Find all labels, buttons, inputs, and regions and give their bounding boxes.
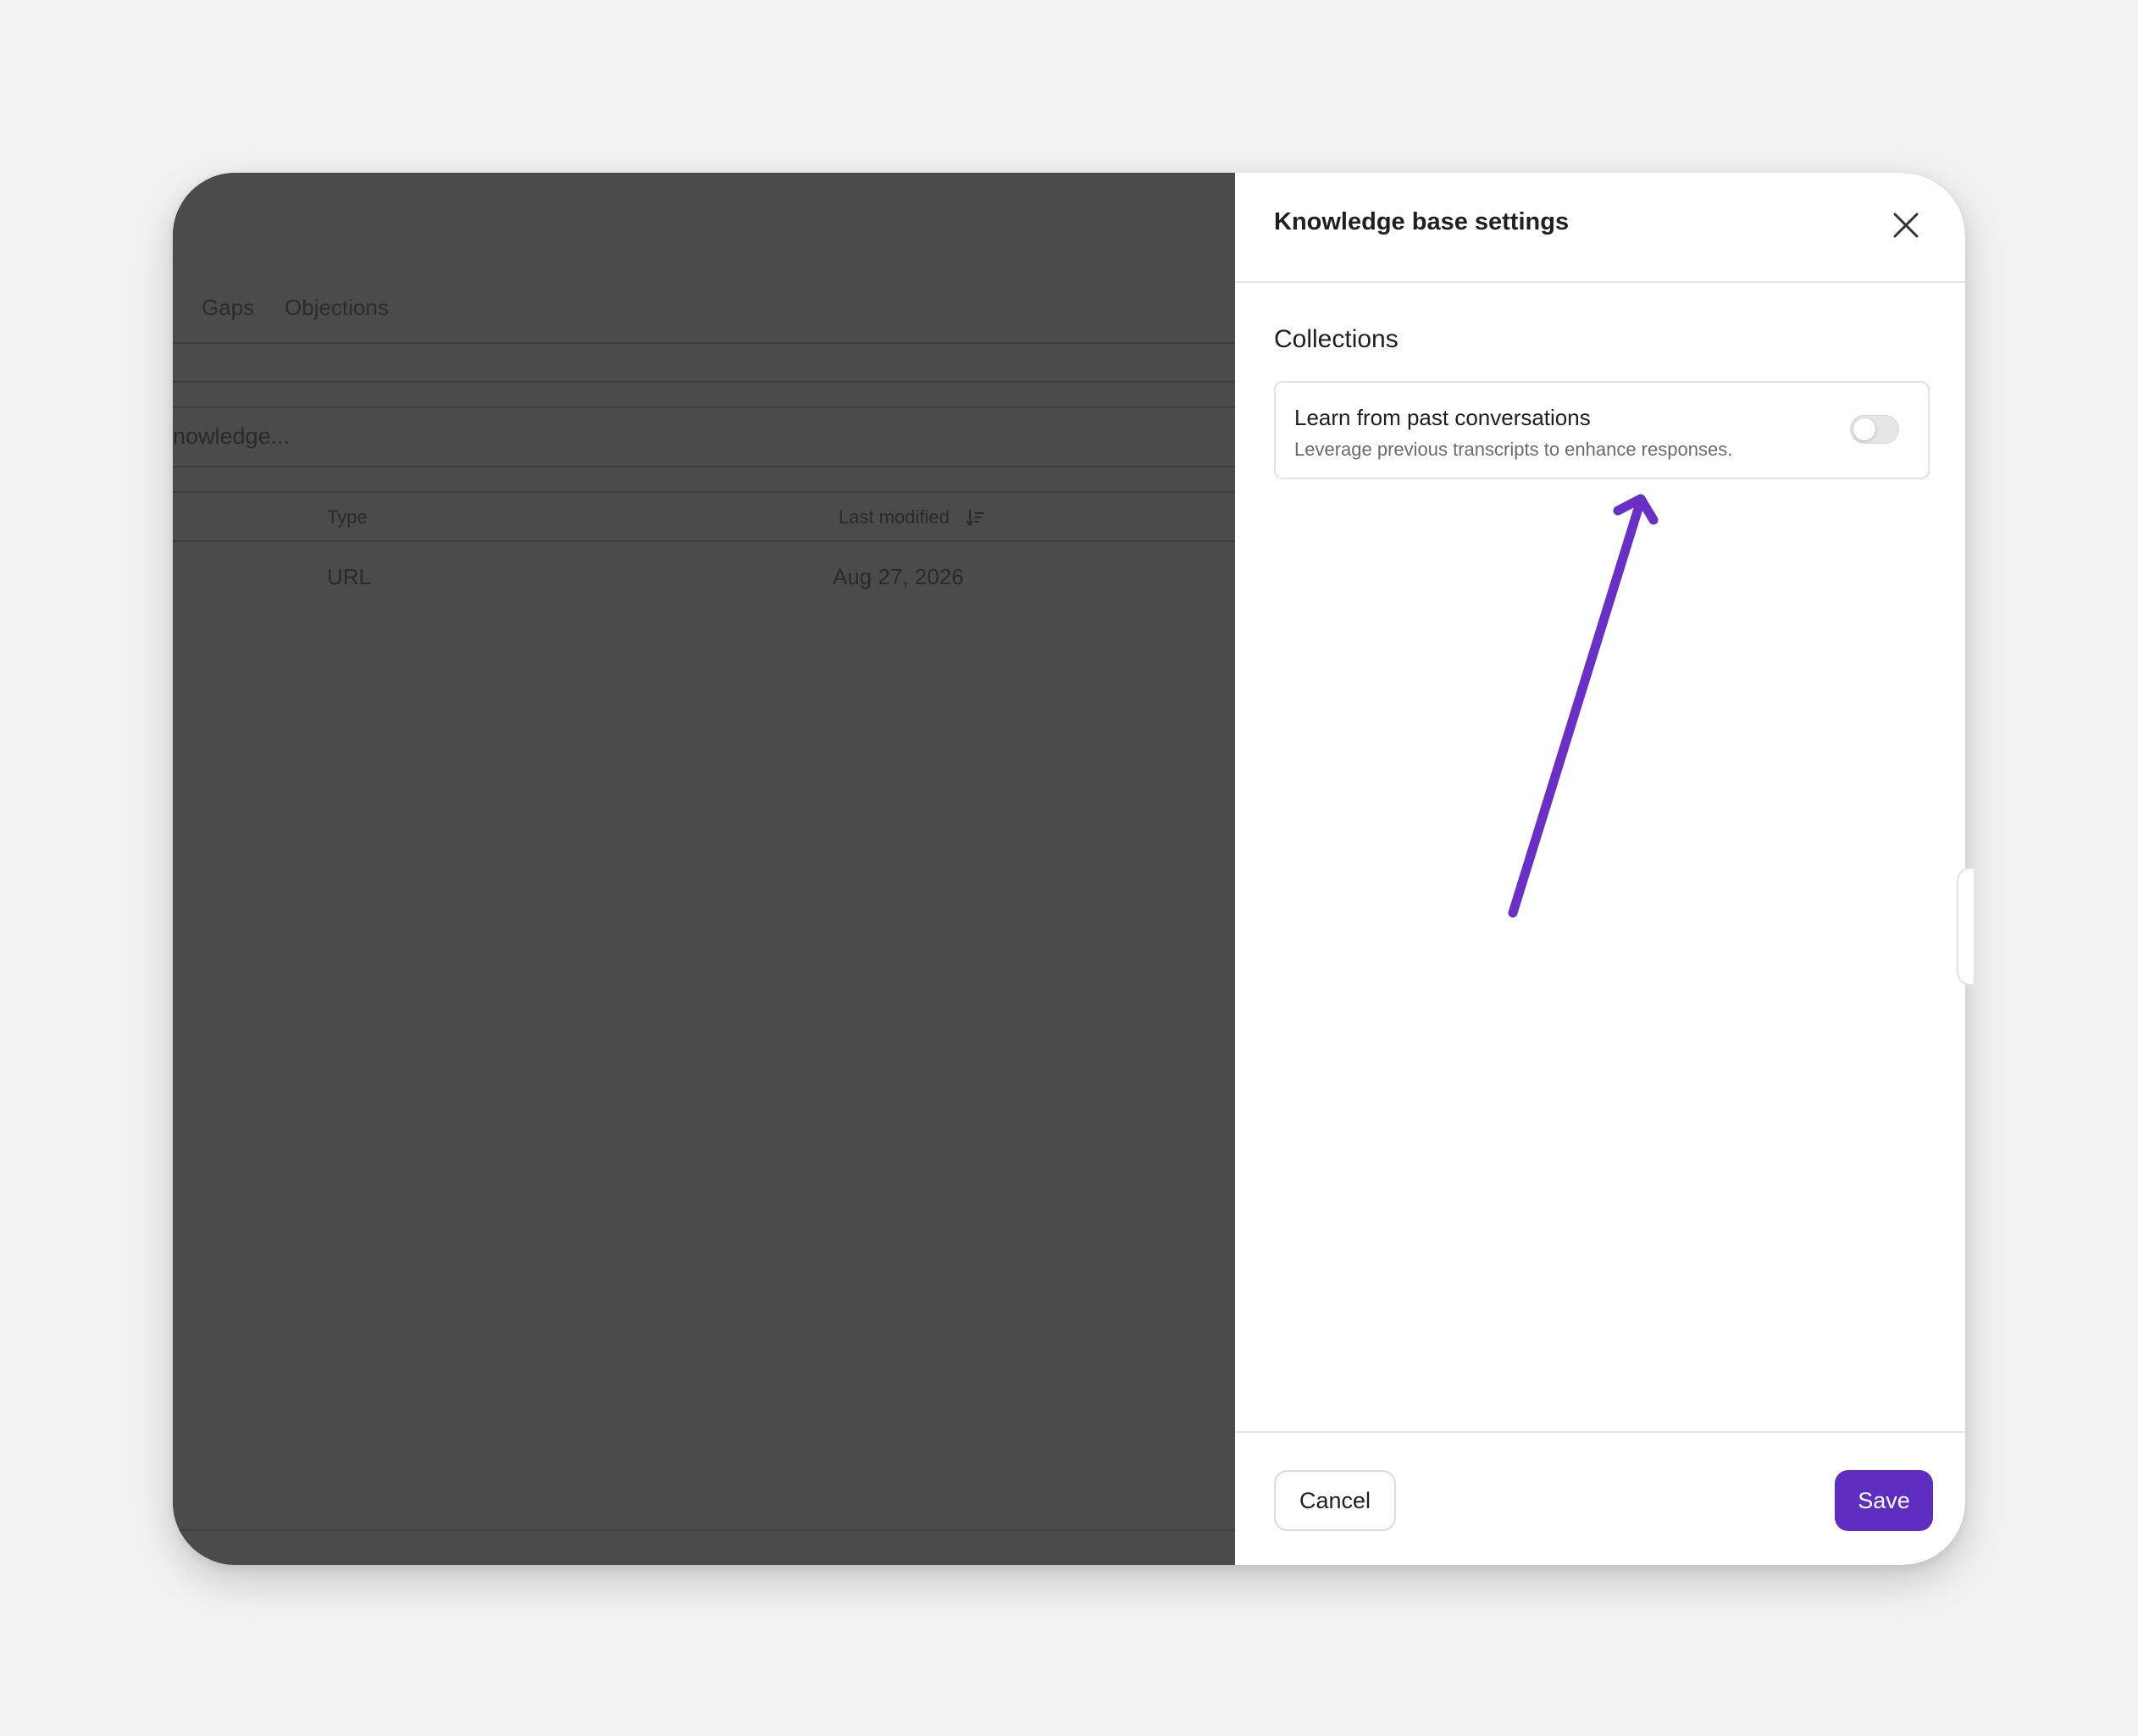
table-cell-last-modified: Aug 27, 2026 [833, 564, 964, 589]
section-title-collections: Collections [1274, 325, 1399, 353]
search-input[interactable]: nowledge... [173, 423, 290, 450]
cancel-button[interactable]: Cancel [1274, 1470, 1396, 1531]
tab-gaps[interactable]: Gaps [202, 295, 254, 321]
table-cell-type: URL [327, 564, 372, 589]
table-header-bottom-border [173, 540, 1235, 542]
setting-label: Learn from past conversations [1294, 405, 1591, 430]
save-button[interactable]: Save [1835, 1470, 1933, 1531]
search-top-border [173, 406, 1235, 408]
setting-description: Leverage previous transcripts to enhance… [1294, 439, 1733, 460]
table-header-top-border [173, 491, 1235, 493]
tab-objections[interactable]: Objections [285, 295, 389, 321]
table-footer-border [173, 1529, 1235, 1531]
sort-descending-icon[interactable] [966, 508, 986, 528]
learn-from-conversations-toggle[interactable] [1850, 415, 1899, 444]
learn-from-conversations-card: Learn from past conversations Leverage p… [1274, 381, 1930, 479]
footer-divider [1235, 1431, 1965, 1433]
column-header-last-modified[interactable]: Last modified [839, 506, 950, 528]
settings-drawer: Knowledge base settings Collections Lear… [1235, 173, 1965, 1565]
side-panel-handle[interactable] [1957, 867, 1974, 986]
tabs-divider [173, 342, 1235, 344]
toggle-knob [1853, 418, 1875, 440]
header-divider [1235, 281, 1965, 283]
app-window: Gaps Objections nowledge... Type Last mo… [173, 173, 1965, 1565]
background-app-overlay: Gaps Objections nowledge... Type Last mo… [173, 173, 1235, 1565]
drawer-title: Knowledge base settings [1274, 208, 1570, 235]
toolbar-divider [173, 381, 1235, 383]
column-header-type[interactable]: Type [327, 506, 368, 528]
close-icon[interactable] [1887, 207, 1925, 244]
search-bottom-border [173, 466, 1235, 467]
